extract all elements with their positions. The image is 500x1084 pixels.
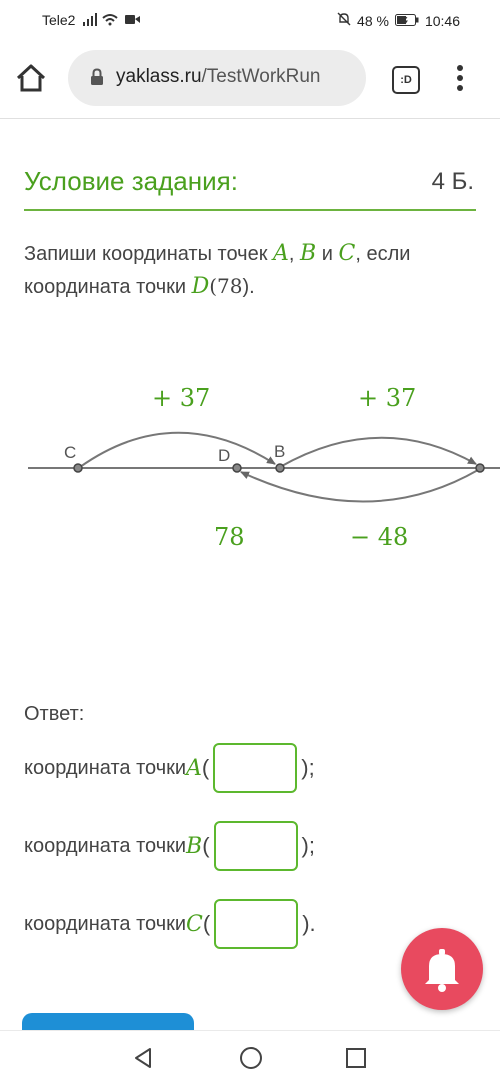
battery-percent: 48 % xyxy=(357,12,389,29)
label-78: 78 xyxy=(214,523,245,551)
point-a-dot xyxy=(475,463,485,473)
label-minus-48: − 48 xyxy=(350,523,408,551)
battery-icon xyxy=(394,13,419,29)
point-d-dot xyxy=(232,463,242,473)
point-c-label: C xyxy=(64,443,76,462)
number-line-diagram: C D B + 37 + 37 78 − 48 xyxy=(28,384,500,551)
arc-c-to-b xyxy=(79,431,276,468)
point-a-math: A xyxy=(273,241,289,266)
carrier-name: Tele2 xyxy=(42,12,76,28)
clock: 10:46 xyxy=(424,12,460,29)
title-underline xyxy=(24,209,476,211)
home-circle-icon[interactable] xyxy=(239,1046,263,1075)
point-d-label: D xyxy=(218,446,230,465)
home-icon[interactable] xyxy=(14,62,48,99)
tabs-icon[interactable]: :D xyxy=(392,66,420,94)
label-plus-37-left: + 37 xyxy=(152,384,210,412)
signal-wifi-icons xyxy=(83,12,143,29)
answer-input-c[interactable] xyxy=(214,899,299,949)
answer-label: Ответ: xyxy=(24,703,85,725)
answer-row-a: координата точки A( ); xyxy=(24,743,315,793)
bell-icon xyxy=(401,949,483,1014)
url-text: yaklass.ru/TestWorkRun xyxy=(116,66,321,87)
answer-row-c: координата точки C( ). xyxy=(24,899,316,949)
browser-toolbar: yaklass.ru/TestWorkRun :D xyxy=(0,40,500,118)
android-nav-bar xyxy=(0,1030,500,1084)
arc-a-to-d xyxy=(240,469,479,503)
status-bar: Tele2 48 % 10:46 xyxy=(0,0,500,40)
toolbar-divider xyxy=(0,118,500,119)
url-bar[interactable]: yaklass.ru/TestWorkRun xyxy=(68,50,366,106)
status-right: 48 % 10:46 xyxy=(337,12,460,29)
task-points: 4 Б. xyxy=(431,168,474,195)
point-d-math: D xyxy=(191,274,210,299)
answer-input-b[interactable] xyxy=(213,821,298,871)
label-plus-37-right: + 37 xyxy=(358,384,416,412)
task-title: Условие задания: xyxy=(24,166,238,196)
answer-input-a[interactable] xyxy=(213,743,298,793)
more-menu-icon[interactable] xyxy=(455,64,465,97)
point-c-math: C xyxy=(338,241,356,266)
back-icon[interactable] xyxy=(132,1047,154,1074)
notification-bell-button[interactable] xyxy=(401,928,483,1010)
mute-icon xyxy=(337,12,351,29)
arc-b-to-a xyxy=(279,436,477,468)
d-value: 78 xyxy=(217,274,243,298)
point-c-dot xyxy=(73,463,83,473)
lock-icon xyxy=(90,68,104,91)
point-b-math: B xyxy=(300,241,317,266)
task-statement: Запиши координаты точек A, B и C, если к… xyxy=(24,241,411,299)
point-b-label: B xyxy=(274,442,285,461)
recents-icon[interactable] xyxy=(345,1047,367,1074)
answer-row-b: координата точки B( ); xyxy=(24,821,315,871)
point-b-dot xyxy=(275,463,285,473)
